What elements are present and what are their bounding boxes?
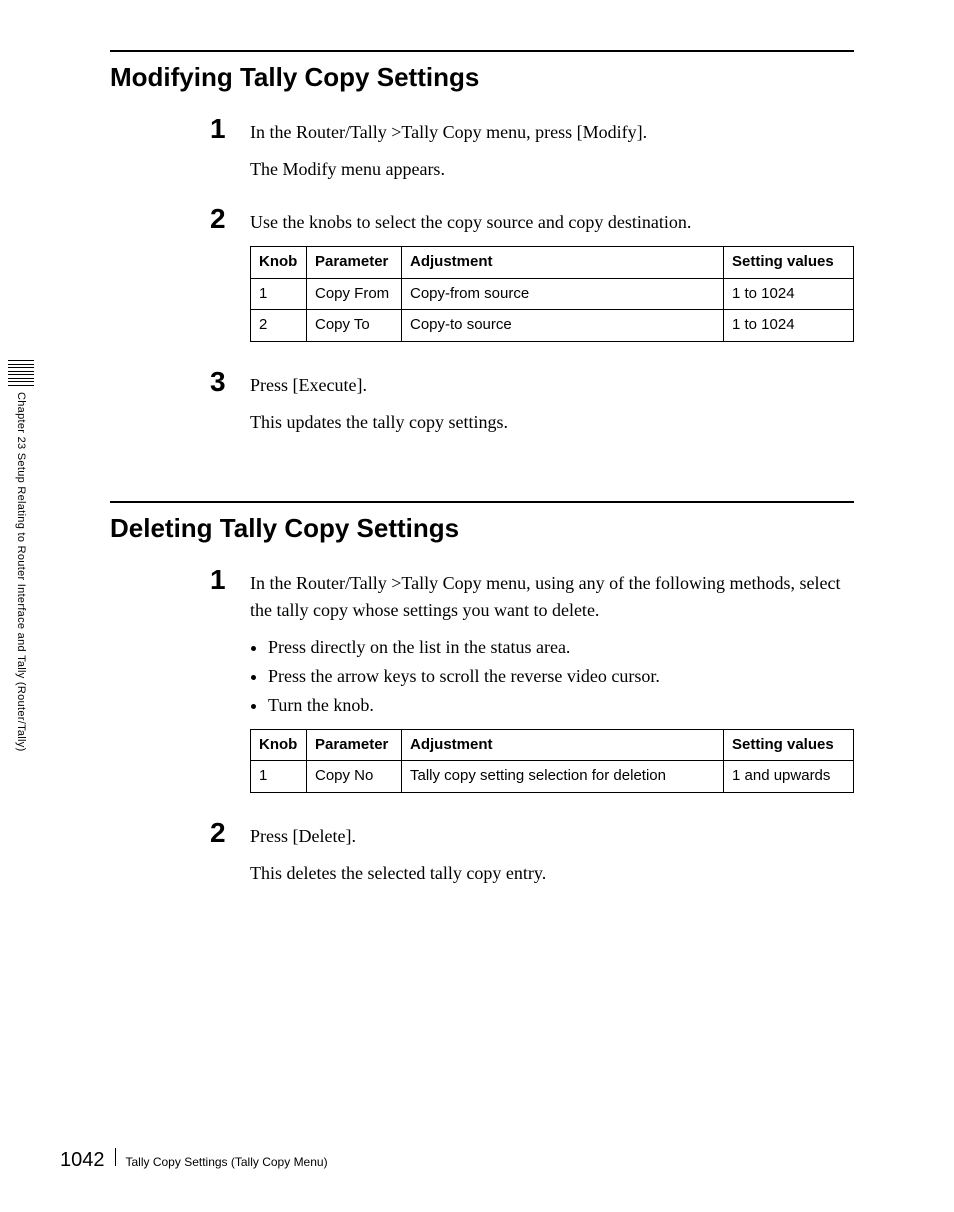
section-modifying: Modifying Tally Copy Settings 1 In the R… (110, 50, 854, 446)
step-number: 1 (210, 115, 250, 143)
step: 1 In the Router/Tally >Tally Copy menu, … (210, 566, 854, 807)
step: 1 In the Router/Tally >Tally Copy menu, … (210, 115, 854, 193)
step-body: In the Router/Tally >Tally Copy menu, pr… (250, 115, 854, 193)
table-cell: 1 and upwards (724, 761, 854, 793)
table-row: 1 Copy From Copy-from source 1 to 1024 (251, 278, 854, 310)
step-number: 2 (210, 819, 250, 847)
step-number: 2 (210, 205, 250, 233)
step-body: Press [Execute]. This updates the tally … (250, 368, 854, 446)
table-cell: 2 (251, 310, 307, 342)
step-body: Press [Delete]. This deletes the selecte… (250, 819, 854, 897)
step: 2 Use the knobs to select the copy sourc… (210, 205, 854, 356)
page-number: 1042 (60, 1149, 105, 1172)
sidebar-ornament (8, 360, 34, 386)
table-row: 1 Copy No Tally copy setting selection f… (251, 761, 854, 793)
table-cell: Copy To (307, 310, 402, 342)
step-text: Press [Delete]. (250, 823, 854, 850)
table-cell: Tally copy setting selection for deletio… (402, 761, 724, 793)
table-header: Parameter (307, 729, 402, 761)
step-body: In the Router/Tally >Tally Copy menu, us… (250, 566, 854, 807)
section-heading: Deleting Tally Copy Settings (110, 501, 854, 544)
step-text: Use the knobs to select the copy source … (250, 209, 854, 236)
knob-table: Knob Parameter Adjustment Setting values… (250, 246, 854, 342)
step-number: 1 (210, 566, 250, 594)
bullet-item: Press directly on the list in the status… (268, 634, 854, 661)
table-header: Setting values (724, 247, 854, 279)
step: 2 Press [Delete]. This deletes the selec… (210, 819, 854, 897)
sidebar-chapter-label: Chapter 23 Setup Relating to Router Inte… (15, 392, 27, 752)
table-header: Setting values (724, 729, 854, 761)
knob-table: Knob Parameter Adjustment Setting values… (250, 729, 854, 793)
page-content: Modifying Tally Copy Settings 1 In the R… (0, 0, 954, 949)
table-cell: 1 to 1024 (724, 278, 854, 310)
table-cell: 1 to 1024 (724, 310, 854, 342)
step-body: Use the knobs to select the copy source … (250, 205, 854, 356)
section-deleting: Deleting Tally Copy Settings 1 In the Ro… (110, 501, 854, 897)
table-cell: Copy-to source (402, 310, 724, 342)
bullet-item: Press the arrow keys to scroll the rever… (268, 663, 854, 690)
table-cell: 1 (251, 278, 307, 310)
footer-divider (115, 1148, 116, 1166)
table-cell: Copy From (307, 278, 402, 310)
table-cell: Copy-from source (402, 278, 724, 310)
step-text: This deletes the selected tally copy ent… (250, 860, 854, 887)
table-cell: 1 (251, 761, 307, 793)
sidebar-chapter-marker: Chapter 23 Setup Relating to Router Inte… (8, 360, 34, 751)
step-text: This updates the tally copy settings. (250, 409, 854, 436)
step-number: 3 (210, 368, 250, 396)
table-row: 2 Copy To Copy-to source 1 to 1024 (251, 310, 854, 342)
bullet-item: Turn the knob. (268, 692, 854, 719)
step-bullets: Press directly on the list in the status… (250, 634, 854, 719)
section-heading: Modifying Tally Copy Settings (110, 50, 854, 93)
step-text: Press [Execute]. (250, 372, 854, 399)
table-header: Parameter (307, 247, 402, 279)
step-text: In the Router/Tally >Tally Copy menu, pr… (250, 119, 854, 146)
footer-title: Tally Copy Settings (Tally Copy Menu) (126, 1155, 328, 1169)
page-footer: 1042 Tally Copy Settings (Tally Copy Men… (60, 1148, 328, 1172)
table-header: Adjustment (402, 247, 724, 279)
table-header: Knob (251, 729, 307, 761)
step: 3 Press [Execute]. This updates the tall… (210, 368, 854, 446)
step-text: The Modify menu appears. (250, 156, 854, 183)
table-header: Knob (251, 247, 307, 279)
table-cell: Copy No (307, 761, 402, 793)
step-text: In the Router/Tally >Tally Copy menu, us… (250, 570, 854, 624)
table-header: Adjustment (402, 729, 724, 761)
